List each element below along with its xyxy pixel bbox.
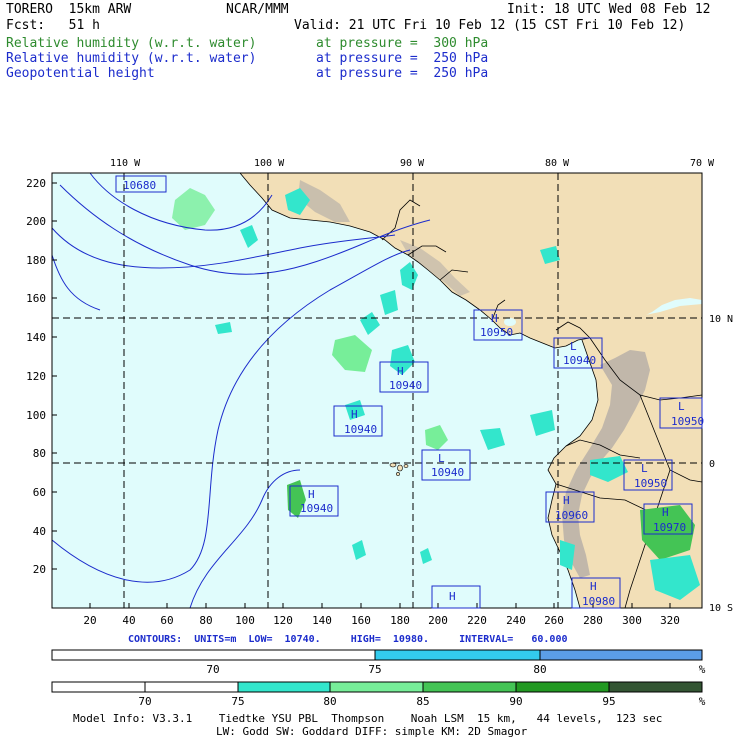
svg-text:10970: 10970 xyxy=(653,521,686,534)
svg-text:H: H xyxy=(449,590,456,603)
x-tick: 100 xyxy=(235,614,255,627)
map-figure: 110 W 100 W 90 W 80 W 70 W 10 N 0 10 S 2… xyxy=(26,158,733,708)
svg-text:L: L xyxy=(438,452,445,465)
x-tick: 280 xyxy=(583,614,603,627)
svg-text:10680: 10680 xyxy=(123,179,156,192)
y-tick: 200 xyxy=(26,215,46,228)
x-tick: 80 xyxy=(199,614,212,627)
y-tick: 20 xyxy=(33,563,46,576)
svg-text:10940: 10940 xyxy=(300,502,333,515)
svg-text:10950: 10950 xyxy=(480,326,513,339)
y-tick: 80 xyxy=(33,447,46,460)
svg-text:L: L xyxy=(641,462,648,475)
colorbar2-label: 70 xyxy=(138,695,151,708)
colorbar-rh-300: 70 75 80 85 90 95 % xyxy=(51,681,706,708)
x-tick: 160 xyxy=(351,614,371,627)
colorbar2-label: 95 xyxy=(602,695,615,708)
colorbar1-label: 70 xyxy=(206,663,219,676)
y-tick: 120 xyxy=(26,370,46,383)
lat-label-0: 0 xyxy=(709,459,715,470)
colorbar2-label: 90 xyxy=(509,695,522,708)
colorbar-rh-250: 70 75 80 % xyxy=(51,649,706,676)
svg-text:10940: 10940 xyxy=(389,379,422,392)
y-tick: 60 xyxy=(33,486,46,499)
svg-text:L: L xyxy=(570,340,577,353)
y-axis-ticks: 220 200 180 160 140 120 100 80 60 40 20 xyxy=(26,177,46,576)
svg-text:10940: 10940 xyxy=(563,354,596,367)
x-tick: 180 xyxy=(390,614,410,627)
colorbar1-unit: % xyxy=(699,663,706,676)
lat-label-10n: 10 N xyxy=(709,314,733,325)
longitude-labels: 110 W 100 W 90 W 80 W 70 W xyxy=(110,158,715,169)
svg-text:10940: 10940 xyxy=(344,423,377,436)
y-tick: 40 xyxy=(33,525,46,538)
svg-text:10960: 10960 xyxy=(555,509,588,522)
x-tick: 140 xyxy=(312,614,332,627)
colorbar2-label: 75 xyxy=(231,695,244,708)
x-tick: 20 xyxy=(83,614,96,627)
svg-text:H: H xyxy=(491,312,498,325)
x-tick: 320 xyxy=(660,614,680,627)
footer-physics-info: LW: Godd SW: Goddard DIFF: simple KM: 2D… xyxy=(216,725,528,738)
svg-text:10950: 10950 xyxy=(634,477,667,490)
colorbar2-label: 80 xyxy=(323,695,336,708)
colorbar1-label: 80 xyxy=(533,663,546,676)
lake-nicaragua xyxy=(504,318,516,326)
x-tick: 40 xyxy=(122,614,135,627)
y-tick: 100 xyxy=(26,409,46,422)
x-tick: 120 xyxy=(273,614,293,627)
x-tick: 260 xyxy=(544,614,564,627)
x-tick: 240 xyxy=(506,614,526,627)
x-axis-ticks: 20 40 60 80 100 120 140 160 180 200 220 … xyxy=(83,614,680,627)
svg-text:L: L xyxy=(678,400,685,413)
lon-label-70w: 70 W xyxy=(690,158,715,169)
colorbar1-label: 75 xyxy=(368,663,381,676)
svg-text:10940: 10940 xyxy=(431,466,464,479)
contours-info: CONTOURS: UNITS=m LOW= 10740. HIGH= 1098… xyxy=(128,634,568,645)
svg-text:H: H xyxy=(308,488,315,501)
y-tick: 140 xyxy=(26,331,46,344)
colorbar2-label: 85 xyxy=(416,695,429,708)
lon-label-90w: 90 W xyxy=(400,158,425,169)
lon-label-100w: 100 W xyxy=(254,158,285,169)
lon-label-110w: 110 W xyxy=(110,158,141,169)
y-tick: 160 xyxy=(26,292,46,305)
svg-text:10980: 10980 xyxy=(582,595,615,608)
x-tick: 300 xyxy=(622,614,642,627)
svg-text:H: H xyxy=(397,365,404,378)
svg-text:H: H xyxy=(662,506,669,519)
latitude-labels: 10 N 0 10 S xyxy=(709,314,733,614)
svg-text:H: H xyxy=(590,580,597,593)
lat-label-10s: 10 S xyxy=(709,603,733,614)
y-tick: 180 xyxy=(26,254,46,267)
y-tick: 220 xyxy=(26,177,46,190)
svg-text:H: H xyxy=(563,494,570,507)
colorbar2-unit: % xyxy=(699,695,706,708)
svg-text:H: H xyxy=(351,408,358,421)
x-tick: 60 xyxy=(160,614,173,627)
lon-label-80w: 80 W xyxy=(545,158,570,169)
svg-text:10950: 10950 xyxy=(671,415,704,428)
